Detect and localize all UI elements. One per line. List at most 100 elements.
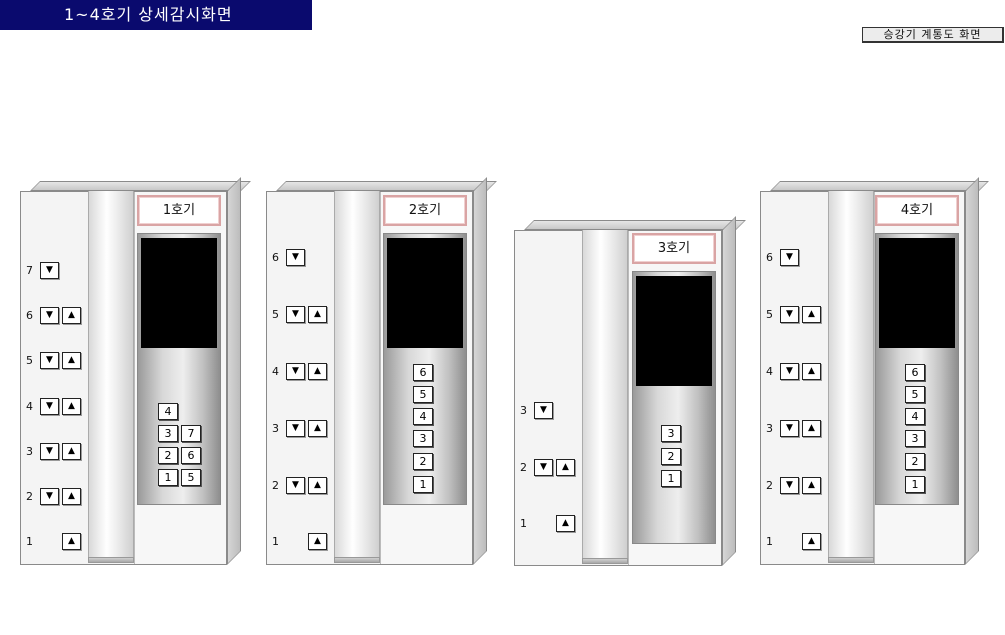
up-triangle-icon: ▲ (68, 490, 75, 501)
car-call-button-5[interactable]: 5 (905, 386, 925, 403)
car-call-button-3[interactable]: 3 (905, 430, 925, 447)
elevator-2: 6 ▼ 5 ▼ ▲ 4 ▼ ▲ 3 ▼ ▲ 2 ▼ ▲ 1 ▲ 2호기 6 5 4 3 2 1 (266, 177, 497, 565)
hall-up-button[interactable]: ▲ (62, 351, 81, 369)
up-triangle-icon: ▲ (562, 517, 569, 528)
floor-number: 3 (26, 444, 33, 458)
hall-down-button[interactable]: ▼ (40, 487, 59, 505)
hall-up-button[interactable]: ▲ (62, 532, 81, 550)
hall-up-button[interactable]: ▲ (802, 305, 821, 323)
hall-button-slot (286, 533, 305, 550)
car-label: 4호기 (875, 195, 959, 226)
hall-up-button[interactable]: ▲ (802, 476, 821, 494)
hall-up-button[interactable]: ▲ (802, 419, 821, 437)
car-call-button-2[interactable]: 2 (158, 447, 178, 464)
hall-down-button[interactable]: ▼ (286, 362, 305, 380)
elevator-4: 6 ▼ 5 ▼ ▲ 4 ▼ ▲ 3 ▼ ▲ 2 ▼ ▲ 1 ▲ 4호기 6 5 4 3 2 1 (760, 177, 989, 565)
down-triangle-icon: ▼ (46, 309, 53, 320)
floor-number: 2 (272, 478, 279, 492)
car-call-button-5[interactable]: 5 (413, 386, 433, 403)
hall-up-button[interactable]: ▲ (308, 305, 327, 323)
hall-down-button[interactable]: ▼ (780, 305, 799, 323)
system-diagram-button[interactable]: 승강기 계통도 화면 (862, 27, 1004, 43)
car-call-button-4[interactable]: 4 (413, 408, 433, 425)
hall-up-button[interactable]: ▲ (308, 362, 327, 380)
up-triangle-icon: ▲ (808, 308, 815, 319)
car-call-button-4[interactable]: 4 (905, 408, 925, 425)
car-label: 1호기 (137, 195, 221, 226)
car-display-screen (879, 238, 955, 348)
car-call-button-4[interactable]: 4 (158, 403, 178, 420)
hall-up-button[interactable]: ▲ (802, 362, 821, 380)
hall-up-button[interactable]: ▲ (308, 476, 327, 494)
car-call-button-1[interactable]: 1 (905, 476, 925, 493)
floor-row-4: 4 ▼ ▲ (766, 362, 824, 380)
hall-up-button[interactable]: ▲ (62, 397, 81, 415)
car-call-button-2[interactable]: 2 (905, 453, 925, 470)
car-call-button-1[interactable]: 1 (413, 476, 433, 493)
hall-down-button[interactable]: ▼ (286, 419, 305, 437)
hall-down-button[interactable]: ▼ (780, 248, 799, 266)
cabinet-side (965, 177, 979, 565)
hall-down-button[interactable]: ▼ (534, 401, 553, 419)
hall-down-button[interactable]: ▼ (40, 351, 59, 369)
hall-down-button[interactable]: ▼ (780, 362, 799, 380)
car-call-button-1[interactable]: 1 (661, 470, 681, 487)
car-call-button-2[interactable]: 2 (413, 453, 433, 470)
down-triangle-icon: ▼ (292, 365, 299, 376)
hall-up-button[interactable]: ▲ (556, 514, 575, 532)
floor-number: 5 (26, 353, 33, 367)
hall-up-button[interactable]: ▲ (308, 419, 327, 437)
floor-row-5: 5 ▼ ▲ (766, 305, 824, 323)
floor-row-6: 6 ▼ ▲ (26, 306, 84, 324)
car-call-button-7[interactable]: 7 (181, 425, 201, 442)
floor-number: 2 (520, 460, 527, 474)
hall-down-button[interactable]: ▼ (40, 442, 59, 460)
hall-down-button[interactable]: ▼ (534, 458, 553, 476)
floor-number: 4 (766, 364, 773, 378)
down-triangle-icon: ▼ (786, 251, 793, 262)
hall-down-button[interactable]: ▼ (40, 397, 59, 415)
hall-down-button[interactable]: ▼ (780, 476, 799, 494)
car-call-button-5[interactable]: 5 (181, 469, 201, 486)
car-call-button-3[interactable]: 3 (158, 425, 178, 442)
hall-up-button[interactable]: ▲ (308, 532, 327, 550)
hall-down-button[interactable]: ▼ (286, 305, 305, 323)
floor-number: 2 (26, 489, 33, 503)
down-triangle-icon: ▼ (786, 479, 793, 490)
cabinet-side (227, 177, 241, 565)
car-call-button-3[interactable]: 3 (413, 430, 433, 447)
monitor-screen: 1~4호기 상세감시화면 승강기 계통도 화면 7 ▼ 6 ▼ ▲ 5 ▼ ▲ 4 ▼ ▲ 3 ▼ ▲ 2 ▼… (0, 0, 1005, 635)
down-triangle-icon: ▼ (786, 422, 793, 433)
hall-up-button[interactable]: ▲ (62, 442, 81, 460)
hall-down-button[interactable]: ▼ (286, 248, 305, 266)
hall-button-slot (780, 533, 799, 550)
car-call-button-2[interactable]: 2 (661, 448, 681, 465)
down-triangle-icon: ▼ (292, 308, 299, 319)
up-triangle-icon: ▲ (68, 309, 75, 320)
car-call-button-1[interactable]: 1 (158, 469, 178, 486)
car-call-button-6[interactable]: 6 (413, 364, 433, 381)
cabinet-top (770, 181, 989, 191)
hoistway-door (334, 191, 380, 561)
hall-down-button[interactable]: ▼ (40, 306, 59, 324)
floor-row-1: 1 ▲ (26, 532, 84, 550)
floor-number: 5 (766, 307, 773, 321)
hall-down-button[interactable]: ▼ (780, 419, 799, 437)
hoistway-door (828, 191, 874, 561)
hall-down-button[interactable]: ▼ (286, 476, 305, 494)
up-triangle-icon: ▲ (68, 354, 75, 365)
hall-up-button[interactable]: ▲ (62, 306, 81, 324)
hall-up-button[interactable]: ▲ (556, 458, 575, 476)
hall-up-button[interactable]: ▲ (802, 532, 821, 550)
car-call-button-3[interactable]: 3 (661, 425, 681, 442)
floor-row-2: 2 ▼ ▲ (520, 458, 578, 476)
hoistway-door (88, 191, 134, 561)
floor-row-2: 2 ▼ ▲ (26, 487, 84, 505)
hall-button-slot (534, 515, 553, 532)
hall-up-button[interactable]: ▲ (62, 487, 81, 505)
up-triangle-icon: ▲ (808, 535, 815, 546)
hall-down-button[interactable]: ▼ (40, 261, 59, 279)
floor-row-5: 5 ▼ ▲ (26, 351, 84, 369)
car-call-button-6[interactable]: 6 (905, 364, 925, 381)
car-call-button-6[interactable]: 6 (181, 447, 201, 464)
